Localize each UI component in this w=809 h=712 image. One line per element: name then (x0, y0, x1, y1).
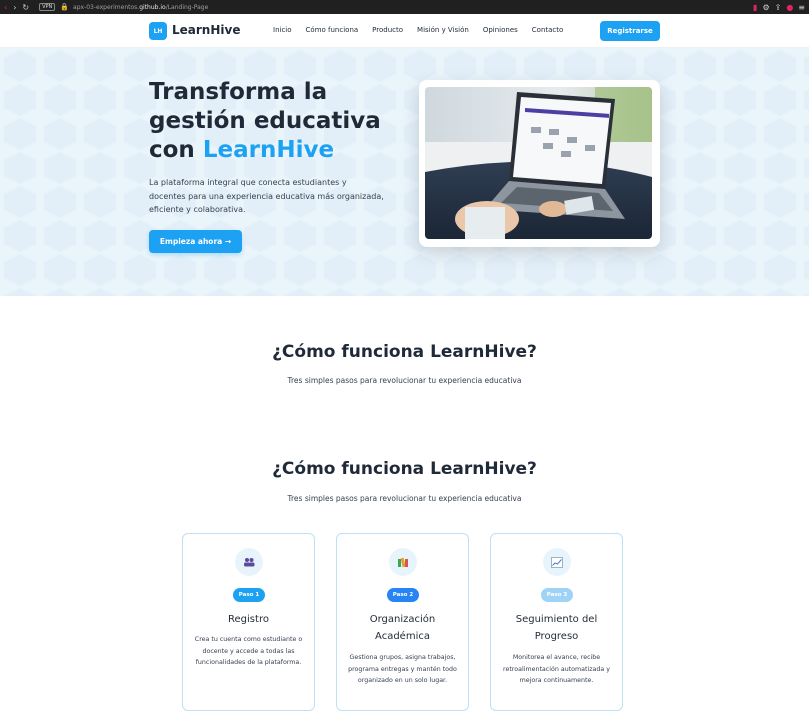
section-title: ¿Cómo funciona LearnHive? (272, 459, 537, 479)
logo-badge[interactable]: LH (149, 22, 167, 40)
hero-title-line1: Transforma la (149, 79, 328, 105)
nav-link-mision-vision[interactable]: Misión y Visión (417, 26, 469, 34)
nav-link-inicio[interactable]: Inicio (273, 26, 292, 34)
step-title: Seguimiento del Progreso (515, 614, 598, 642)
books-icon (389, 548, 417, 576)
reload-icon[interactable]: ↻ (22, 3, 29, 12)
section-subtitle: Tres simples pasos para revolucionar tu … (287, 376, 522, 385)
hero-title-line3: con LearnHive (149, 136, 409, 165)
chart-icon (543, 548, 571, 576)
url-domain: github.io (139, 3, 166, 11)
step-card-registro: Paso 1 Registro Crea tu cuenta como estu… (182, 533, 315, 711)
step-card-seguimiento: Paso 3 Seguimiento del Progreso Monitore… (490, 533, 623, 711)
start-button[interactable]: Empieza ahora → (149, 230, 242, 253)
site-navbar: LH LearnHive Inicio Cómo funciona Produc… (0, 14, 809, 48)
hero-section: Transforma la gestión educativa con Lear… (0, 48, 809, 296)
nav-link-producto[interactable]: Producto (372, 26, 403, 34)
step-badge: Paso 1 (233, 588, 265, 602)
hero-title-line2: gestión educativa (149, 108, 381, 134)
profile-icon[interactable]: ● (786, 3, 793, 12)
nav-link-contacto[interactable]: Contacto (532, 26, 564, 34)
share-icon[interactable]: ⇪ (775, 3, 782, 12)
step-description: Gestiona grupos, asigna trabajos, progra… (348, 654, 457, 684)
laptop-photo (425, 87, 652, 239)
step-description: Monitorea el avance, recibe retroaliment… (503, 654, 610, 684)
bookmark-icon[interactable]: ▮ (753, 3, 757, 12)
step-badge: Paso 2 (387, 588, 419, 602)
vpn-badge[interactable]: VPN (39, 3, 56, 11)
address-bar[interactable]: apx-03-experimentos.github.io/Landing-Pa… (73, 4, 208, 11)
browser-toolbar: ‹ › ↻ VPN 🔒 apx-03-experimentos.github.i… (0, 0, 809, 14)
hero-description: La plataforma integral que conecta estud… (149, 178, 384, 214)
forward-icon[interactable]: › (13, 3, 16, 12)
section-title: ¿Cómo funciona LearnHive? (272, 342, 537, 362)
logo-text[interactable]: LearnHive (172, 23, 240, 37)
people-icon (235, 548, 263, 576)
register-button[interactable]: Registrarse (600, 21, 660, 41)
step-badge: Paso 3 (541, 588, 573, 602)
back-icon[interactable]: ‹ (4, 3, 7, 12)
step-description: Crea tu cuenta como estudiante o docente… (194, 636, 303, 666)
lock-icon: 🔒 (60, 3, 70, 11)
step-title: Organización Académica (369, 614, 436, 642)
hero-title: Transforma la gestión educativa con Lear… (149, 78, 409, 165)
step-card-organizacion: Paso 2 Organización Académica Gestiona g… (336, 533, 469, 711)
menu-icon[interactable]: ≡ (798, 3, 805, 12)
hero-title-prefix: con (149, 137, 203, 163)
hero-title-accent: LearnHive (202, 137, 335, 163)
hero-image-card (419, 80, 660, 247)
step-title: Registro (228, 614, 269, 625)
nav-link-como-funciona[interactable]: Cómo funciona (306, 26, 359, 34)
url-path: /Landing-Page (165, 3, 209, 11)
nav-links: Inicio Cómo funciona Producto Misión y V… (273, 26, 577, 34)
url-prefix: apx-03-experimentos. (73, 3, 140, 11)
nav-link-opiniones[interactable]: Opiniones (483, 26, 518, 34)
extensions-icon[interactable]: ⚙ (762, 3, 769, 12)
section-subtitle: Tres simples pasos para revolucionar tu … (287, 494, 522, 503)
